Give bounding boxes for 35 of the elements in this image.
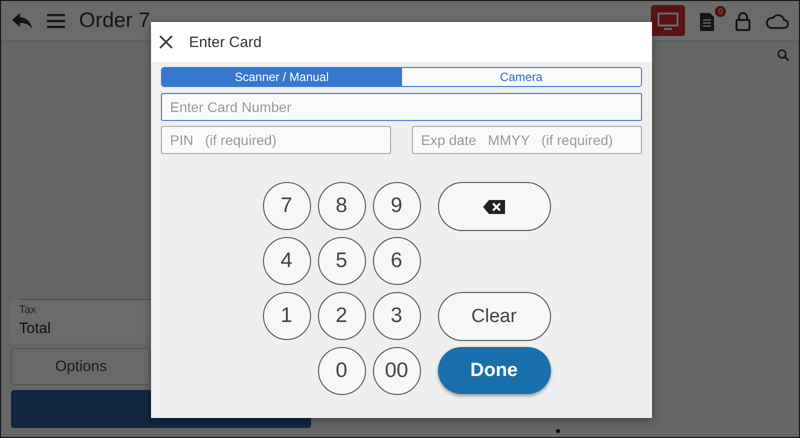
digit-key[interactable]: 5: [318, 237, 366, 285]
notification-badge: 0: [715, 6, 726, 16]
close-icon[interactable]: [159, 35, 173, 49]
digit-key[interactable]: 8: [318, 182, 366, 230]
digit-key[interactable]: 0: [318, 347, 366, 395]
digit-key[interactable]: 6: [372, 237, 420, 285]
menu-icon[interactable]: [47, 14, 65, 28]
cloud-icon[interactable]: [765, 12, 789, 28]
backspace-icon: [482, 198, 506, 214]
done-button[interactable]: Done: [438, 347, 550, 394]
digit-key[interactable]: 00: [372, 347, 420, 395]
backspace-button[interactable]: [438, 182, 550, 231]
search-icon[interactable]: [777, 49, 789, 61]
page-indicator-icon: [556, 429, 560, 433]
tab[interactable]: Scanner / Manual: [162, 68, 402, 86]
order-title: Order 7: [79, 8, 150, 32]
dialog-title: Enter Card: [189, 34, 262, 50]
monitor-icon: [657, 12, 679, 30]
digit-key[interactable]: 4: [262, 237, 310, 285]
digit-key[interactable]: 7: [262, 182, 310, 230]
total-label: Total: [19, 320, 52, 337]
digit-key[interactable]: 3: [372, 292, 420, 340]
lock-icon[interactable]: [735, 10, 751, 30]
digit-key[interactable]: 9: [372, 182, 420, 230]
expiry-date-field[interactable]: Exp date MMYY (if required): [412, 126, 642, 154]
digit-key[interactable]: 1: [262, 292, 310, 340]
clear-button[interactable]: Clear: [438, 292, 550, 341]
digit-key[interactable]: 2: [318, 292, 366, 340]
card-number-field[interactable]: Enter Card Number: [161, 93, 642, 121]
display-button[interactable]: [651, 5, 685, 36]
tab[interactable]: Camera: [402, 68, 641, 86]
tax-label: Tax: [19, 304, 38, 316]
back-arrow-icon[interactable]: [11, 12, 33, 30]
pin-field[interactable]: PIN (if required): [161, 126, 391, 154]
document-icon[interactable]: [699, 12, 715, 32]
